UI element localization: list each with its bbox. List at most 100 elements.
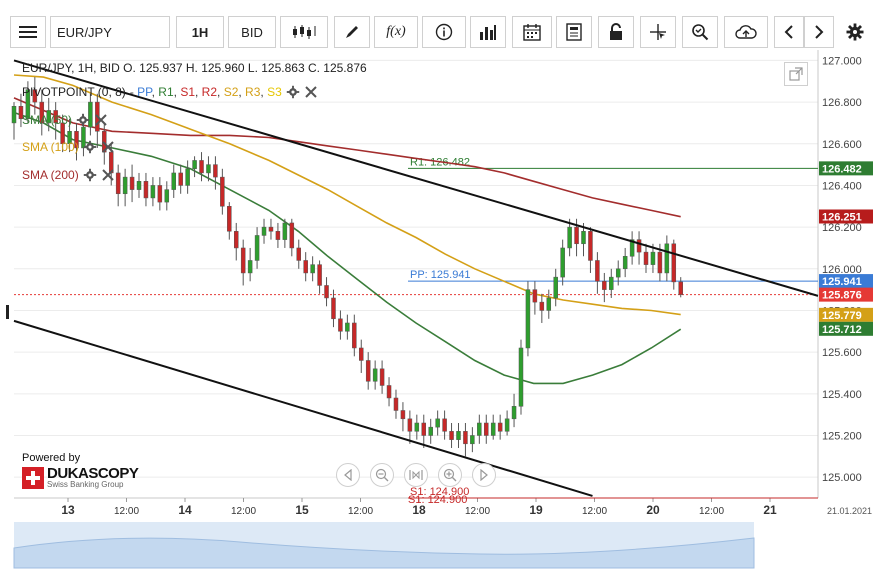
candle-body bbox=[581, 231, 586, 245]
upload-button[interactable] bbox=[724, 16, 768, 48]
menu-button[interactable] bbox=[10, 16, 46, 48]
dukascopy-logo[interactable]: DUKASCOPY Swiss Banking Group bbox=[22, 465, 139, 489]
candle-body bbox=[240, 247, 246, 274]
candle-body bbox=[268, 226, 274, 232]
candle-body bbox=[400, 410, 406, 420]
candle-body bbox=[143, 181, 149, 199]
y-tick-label: 126.000 bbox=[822, 264, 862, 276]
sma200-close-icon[interactable] bbox=[101, 168, 115, 182]
pivot-item-s2: S2 bbox=[223, 85, 239, 99]
candle-body bbox=[609, 276, 614, 290]
chart-type-button[interactable] bbox=[280, 16, 328, 48]
triangle-left-icon bbox=[344, 469, 352, 481]
symbol-selector[interactable]: EUR/JPY bbox=[50, 16, 170, 48]
y-tick-label: 126.800 bbox=[822, 97, 862, 109]
candle-body bbox=[372, 368, 378, 382]
sma50-label: SMA (50) bbox=[22, 113, 73, 127]
candle-body bbox=[11, 106, 17, 124]
candle-body bbox=[435, 418, 440, 428]
candle-body bbox=[643, 251, 649, 265]
swiss-cross-icon bbox=[22, 466, 44, 489]
candle-body bbox=[379, 368, 385, 386]
timeframe-selector[interactable]: 1H bbox=[176, 16, 224, 48]
candle-body bbox=[303, 260, 308, 274]
pivot-close-icon[interactable] bbox=[304, 85, 318, 99]
candle-body bbox=[331, 297, 336, 320]
candle-body bbox=[442, 418, 447, 432]
sma50-legend: SMA (50) bbox=[22, 113, 108, 127]
candle-body bbox=[595, 260, 600, 282]
nav-zoom-out-button[interactable] bbox=[370, 463, 394, 487]
candle-body bbox=[539, 301, 545, 311]
sma200-settings-icon[interactable] bbox=[83, 168, 97, 182]
crosshair-button[interactable] bbox=[640, 16, 676, 48]
candle-body bbox=[671, 243, 677, 283]
candle-body bbox=[477, 422, 482, 436]
x-tick-label: 20 bbox=[646, 503, 660, 517]
candle-body bbox=[129, 176, 135, 190]
logo-name: DUKASCOPY bbox=[47, 465, 139, 482]
nav-scroll-left-button[interactable] bbox=[336, 463, 360, 487]
info-button[interactable] bbox=[422, 16, 466, 48]
sma50-close-icon[interactable] bbox=[94, 113, 108, 127]
scroll-right-button[interactable] bbox=[804, 16, 834, 48]
drawing-tools-button[interactable] bbox=[334, 16, 370, 48]
x-tick-label: 12:00 bbox=[114, 506, 139, 517]
candle-body bbox=[150, 185, 156, 199]
pivot-legend: PIVOTPOINT (0, 8) - PP, R1, S1, R2, S2, … bbox=[22, 85, 318, 99]
calendar-button[interactable] bbox=[512, 16, 552, 48]
lock-open-icon bbox=[610, 23, 622, 40]
pivot-items: - PP, R1, S1, R2, S2, R3, S3 bbox=[129, 85, 282, 99]
candle-body bbox=[185, 168, 190, 186]
chart-area[interactable]: 127.000 126.800 126.600 126.400 126.200 126.0… bbox=[0, 50, 875, 572]
sma100-close-icon[interactable] bbox=[101, 140, 115, 154]
candle-body bbox=[602, 281, 607, 290]
candle-body bbox=[484, 422, 489, 436]
sma50-settings-icon[interactable] bbox=[76, 113, 90, 127]
candle-body bbox=[345, 322, 350, 332]
candle-body bbox=[504, 418, 510, 432]
candle-body bbox=[289, 222, 295, 249]
x-tick-label: 12:00 bbox=[348, 506, 373, 517]
y-tick-label: 125.400 bbox=[822, 389, 862, 401]
settings-button[interactable] bbox=[840, 16, 870, 48]
timeframe-label: 1H bbox=[191, 24, 209, 40]
crosshair-icon bbox=[650, 24, 666, 40]
x-tick-label: 14 bbox=[178, 503, 192, 517]
candle-body bbox=[296, 247, 301, 261]
pivot-settings-icon[interactable] bbox=[286, 85, 300, 99]
scroll-left-button[interactable] bbox=[774, 16, 804, 48]
candle-body bbox=[532, 289, 538, 303]
indicators-button[interactable]: f(x) bbox=[374, 16, 418, 48]
x-tick-label: 12:00 bbox=[231, 506, 256, 517]
candle-body bbox=[171, 172, 176, 190]
report-button[interactable] bbox=[556, 16, 592, 48]
sma100-settings-icon[interactable] bbox=[83, 140, 97, 154]
expand-button[interactable] bbox=[784, 62, 808, 86]
lock-button[interactable] bbox=[598, 16, 634, 48]
candle-body bbox=[352, 322, 357, 349]
nav-reset-button[interactable] bbox=[404, 463, 428, 487]
symbol-label: EUR/JPY bbox=[57, 24, 112, 40]
nav-scroll-right-button[interactable] bbox=[472, 463, 496, 487]
zoom-button[interactable] bbox=[682, 16, 718, 48]
candle-body bbox=[650, 251, 656, 265]
gear-icon bbox=[846, 23, 864, 41]
candle-body bbox=[178, 172, 183, 186]
candle-body bbox=[657, 251, 663, 274]
logo-subtitle: Swiss Banking Group bbox=[47, 480, 124, 489]
y-tick-label: 125.000 bbox=[822, 472, 862, 484]
cloud-upload-icon bbox=[735, 25, 757, 39]
document-icon bbox=[566, 23, 582, 41]
price-side-selector[interactable]: BID bbox=[228, 16, 276, 48]
pivot-item-s3: S3 bbox=[267, 85, 282, 99]
candle-body bbox=[490, 422, 496, 436]
candle-body bbox=[233, 231, 239, 249]
sma100-label: SMA (100) bbox=[22, 140, 79, 154]
volume-button[interactable] bbox=[470, 16, 506, 48]
nav-zoom-in-button[interactable] bbox=[438, 463, 462, 487]
zoom-in-icon bbox=[443, 468, 457, 482]
price-chart[interactable]: 127.000 126.800 126.600 126.400 126.200 126.0… bbox=[0, 50, 875, 572]
candles-icon bbox=[293, 25, 316, 39]
pivot-item-r3: R3 bbox=[245, 85, 261, 99]
